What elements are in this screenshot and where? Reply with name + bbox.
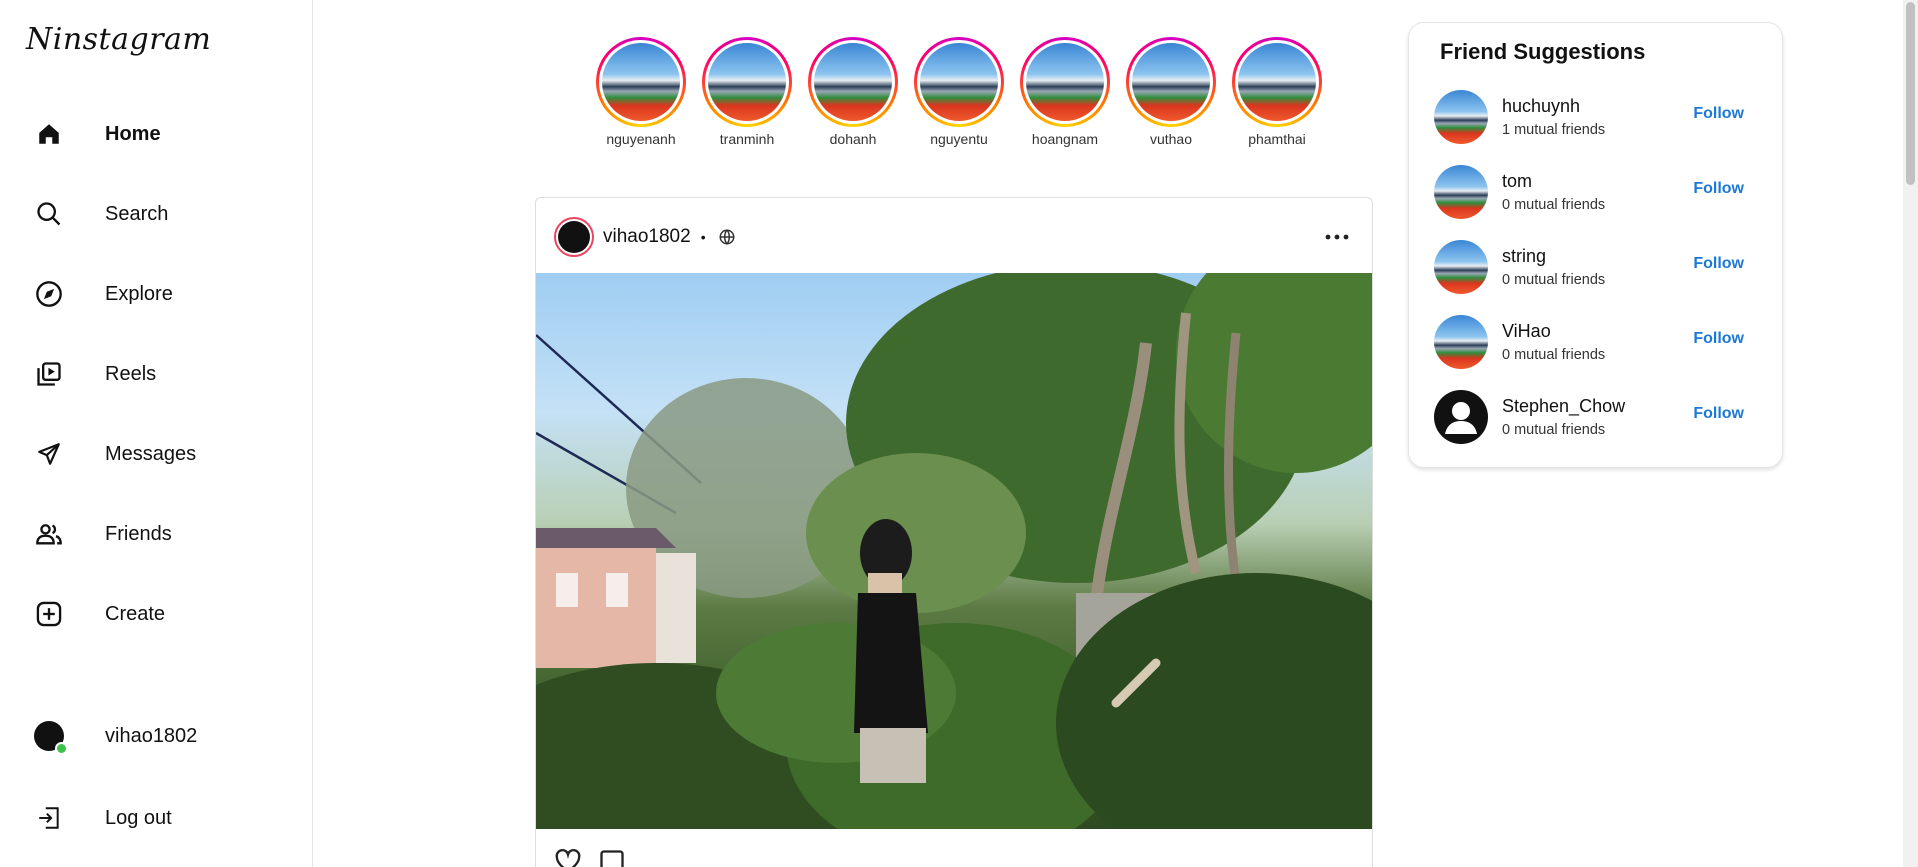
friend-suggestions-panel: Friend Suggestions huchuynh 1 mutual fri… [1408, 22, 1783, 468]
story-ring [1126, 37, 1216, 127]
avatar[interactable] [1434, 315, 1488, 369]
story-item[interactable]: tranminh [694, 37, 800, 147]
story-item[interactable]: nguyentu [906, 37, 1012, 147]
compass-icon [34, 279, 64, 309]
reels-icon [34, 359, 64, 389]
mutual-friends-count: 0 mutual friends [1502, 197, 1606, 213]
suggestion-row: string 0 mutual friends Follow [1434, 239, 1764, 295]
home-icon [34, 119, 64, 149]
sidebar-item-logout[interactable]: Log out [34, 796, 172, 840]
search-icon [34, 199, 64, 229]
sidebar-item-label: Home [105, 122, 161, 145]
sidebar-item-reels[interactable]: Reels [34, 352, 156, 396]
sidebar-item-label: Messages [105, 442, 197, 465]
post-header: vihao1802 • [554, 217, 1352, 257]
story-avatar [814, 43, 892, 121]
story-ring [1020, 37, 1110, 127]
sidebar-item-friends[interactable]: Friends [34, 512, 172, 556]
avatar[interactable] [1434, 90, 1488, 144]
story-username: hoangnam [1031, 131, 1099, 147]
suggestion-name[interactable]: tom [1502, 171, 1605, 192]
suggestion-row: tom 0 mutual friends Follow [1434, 164, 1764, 220]
mutual-friends-count: 0 mutual friends [1502, 347, 1606, 363]
post-author-avatar[interactable] [554, 217, 594, 257]
sidebar-item-explore[interactable]: Explore [34, 272, 173, 316]
suggestion-name[interactable]: huchuynh [1502, 96, 1605, 117]
story-avatar [602, 43, 680, 121]
stories-bar: nguyenanh tranminh dohanh nguyentu hoang… [588, 37, 1330, 147]
follow-button[interactable]: Follow [1693, 180, 1744, 198]
mutual-friends-count: 1 mutual friends [1502, 122, 1606, 138]
mutual-friends-count: 0 mutual friends [1502, 422, 1606, 438]
story-ring [702, 37, 792, 127]
story-avatar [1026, 43, 1104, 121]
comment-icon[interactable] [598, 848, 626, 867]
plus-square-icon [34, 599, 64, 629]
story-avatar [920, 43, 998, 121]
sidebar-item-label: Log out [105, 806, 172, 829]
post-image[interactable] [536, 273, 1372, 829]
story-username: phamthai [1248, 131, 1306, 147]
sidebar-item-label: Reels [105, 362, 157, 385]
post-actions [554, 848, 642, 867]
sidebar-item-home[interactable]: Home [34, 112, 161, 156]
follow-button[interactable]: Follow [1693, 405, 1744, 423]
suggestion-name[interactable]: ViHao [1502, 321, 1605, 342]
sidebar-item-create[interactable]: Create [34, 592, 165, 636]
story-username: vuthao [1149, 131, 1193, 147]
mutual-friends-count: 0 mutual friends [1502, 272, 1606, 288]
post-author-name[interactable]: vihao1802 [603, 226, 691, 248]
story-ring [914, 37, 1004, 127]
sidebar: Ninstagram Home Search Explore Reels Mes… [0, 0, 313, 867]
suggestion-name[interactable]: string [1502, 246, 1605, 267]
friends-icon [34, 519, 64, 549]
scrollbar-thumb[interactable] [1906, 2, 1915, 185]
app-logo[interactable]: Ninstagram [26, 22, 211, 57]
more-options-icon[interactable] [1322, 227, 1352, 247]
suggestion-row: Stephen_Chow 0 mutual friends Follow [1434, 389, 1764, 445]
avatar[interactable] [1434, 240, 1488, 294]
story-username: nguyentu [930, 131, 988, 147]
avatar[interactable] [1434, 165, 1488, 219]
story-avatar [1132, 43, 1210, 121]
panel-title: Friend Suggestions [1440, 39, 1646, 64]
follow-button[interactable]: Follow [1693, 330, 1744, 348]
send-icon [34, 439, 64, 469]
sidebar-item-label: Explore [105, 282, 173, 305]
online-status-dot [55, 742, 68, 755]
sidebar-item-label: vihao1802 [105, 724, 198, 747]
story-ring [1232, 37, 1322, 127]
default-avatar-icon[interactable] [1434, 390, 1488, 444]
post-card: vihao1802 • [535, 197, 1373, 867]
story-item[interactable]: hoangnam [1012, 37, 1118, 147]
post-separator: • [700, 229, 706, 245]
sidebar-item-messages[interactable]: Messages [34, 432, 196, 476]
story-avatar [708, 43, 786, 121]
sidebar-item-label: Create [105, 602, 166, 625]
suggestion-row: huchuynh 1 mutual friends Follow [1434, 89, 1764, 145]
globe-icon [718, 228, 736, 246]
story-avatar [1238, 43, 1316, 121]
page-scrollbar[interactable] [1903, 0, 1918, 867]
suggestion-name[interactable]: Stephen_Chow [1502, 396, 1625, 417]
story-username: tranminh [719, 131, 775, 147]
logout-icon [34, 803, 64, 833]
sidebar-item-profile[interactable]: vihao1802 [34, 714, 197, 758]
story-username: nguyenanh [606, 131, 676, 147]
story-item[interactable]: nguyenanh [588, 37, 694, 147]
like-heart-icon[interactable] [554, 848, 582, 867]
story-ring [808, 37, 898, 127]
story-item[interactable]: dohanh [800, 37, 906, 147]
story-username: dohanh [829, 131, 877, 147]
avatar [34, 721, 68, 755]
sidebar-item-search[interactable]: Search [34, 192, 168, 236]
story-item[interactable]: vuthao [1118, 37, 1224, 147]
suggestion-row: ViHao 0 mutual friends Follow [1434, 314, 1764, 370]
sidebar-item-label: Friends [105, 522, 172, 545]
story-ring [596, 37, 686, 127]
story-item[interactable]: phamthai [1224, 37, 1330, 147]
sidebar-item-label: Search [105, 202, 169, 225]
follow-button[interactable]: Follow [1693, 105, 1744, 123]
follow-button[interactable]: Follow [1693, 255, 1744, 273]
